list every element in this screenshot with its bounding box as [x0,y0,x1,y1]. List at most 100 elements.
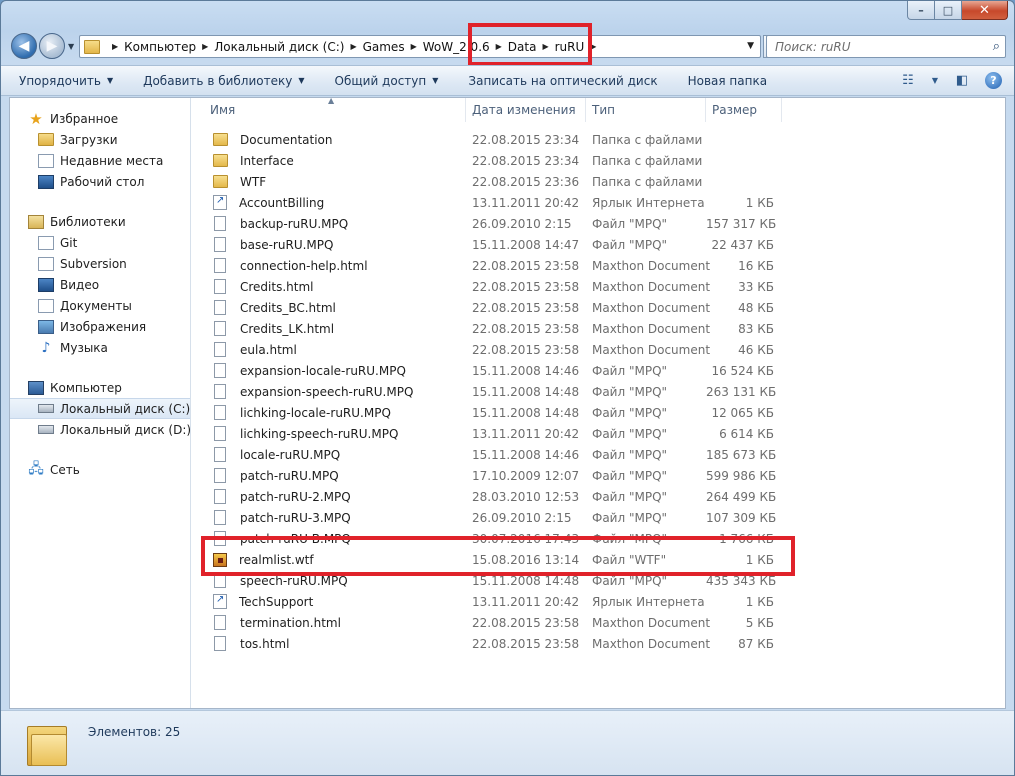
file-name-cell[interactable]: lichking-speech-ruRU.MPQ [204,426,466,441]
file-name-cell[interactable]: tos.html [204,636,466,651]
new-folder-button[interactable]: Новая папка [688,74,767,88]
column-header-name[interactable]: ▲ Имя [204,96,466,122]
back-button[interactable]: ◀ [11,33,37,59]
maximize-button[interactable]: □ [935,1,962,20]
file-row[interactable]: WTF 22.08.2015 23:36 Папка с файлами [204,171,1005,192]
add-to-library-menu[interactable]: Добавить в библиотеку ▼ [143,74,304,88]
chevron-right-icon[interactable]: ▶ [202,42,208,51]
nav-item-music[interactable]: ♪ Музыка [10,337,190,358]
file-row[interactable]: lichking-speech-ruRU.MPQ 13.11.2011 20:42… [204,423,1005,444]
search-icon[interactable]: ⌕ [993,39,1000,54]
search-box[interactable]: ⌕ [766,35,1006,58]
file-name-cell[interactable]: lichking-locale-ruRU.MPQ [204,405,466,420]
file-name-cell[interactable]: expansion-speech-ruRU.MPQ [204,384,466,399]
file-row[interactable]: tos.html 22.08.2015 23:58 Maxthon Document… [204,633,1005,654]
file-row[interactable]: connection-help.html 22.08.2015 23:58 Maxt… [204,255,1005,276]
nav-item-subversion[interactable]: Subversion [10,253,190,274]
view-options-icon[interactable]: ☷ [899,71,917,89]
file-name-cell[interactable]: TechSupport [204,594,466,609]
file-name-cell[interactable]: Documentation [204,133,466,147]
file-name-cell[interactable]: patch-ruRU-2.MPQ [204,489,466,504]
search-input[interactable] [775,39,975,54]
file-row[interactable]: speech-ruRU.MPQ 15.11.2008 14:48 Файл "MPQ… [204,570,1005,591]
nav-item-video[interactable]: Видео [10,274,190,295]
nav-network[interactable]: 🖧 Сеть [10,459,190,480]
file-name-cell[interactable]: termination.html [204,615,466,630]
file-name-cell[interactable]: Credits_BC.html [204,300,466,315]
chevron-right-icon[interactable]: ▶ [496,42,502,51]
preview-pane-icon[interactable]: ◧ [953,71,971,89]
nav-item-pictures[interactable]: Изображения [10,316,190,337]
file-list[interactable]: ▲ Имя Дата изменения Тип Размер Documenta… [204,96,1005,708]
column-header-size[interactable]: Размер [706,98,782,122]
file-row[interactable]: lichking-locale-ruRU.MPQ 15.11.2008 14:48… [204,402,1005,423]
file-name-cell[interactable]: connection-help.html [204,258,466,273]
file-row[interactable]: Documentation 22.08.2015 23:34 Папка с фай… [204,129,1005,150]
nav-libraries[interactable]: Библиотеки [10,211,190,232]
file-name-cell[interactable]: Interface [204,154,466,168]
file-name-cell[interactable]: WTF [204,175,466,189]
file-name-cell[interactable]: AccountBilling [204,195,466,210]
nav-item-local-disk-c[interactable]: Локальный диск (C:) [10,398,190,419]
nav-item-recent-places[interactable]: Недавние места [10,150,190,171]
nav-computer[interactable]: Компьютер [10,377,190,398]
breadcrumb-wow[interactable]: WoW_2.0.6 [423,40,490,54]
nav-item-desktop[interactable]: Рабочий стол [10,171,190,192]
file-name-cell[interactable]: Credits.html [204,279,466,294]
nav-favorites[interactable]: ★ Избранное [10,108,190,129]
burn-button[interactable]: Записать на оптический диск [468,74,657,88]
file-row[interactable]: patch-ruRU-B.MPQ 30.07.2016 17:43 Файл "MP… [204,528,1005,549]
chevron-down-icon[interactable]: ▼ [931,71,939,89]
file-name-cell[interactable]: patch-ruRU-3.MPQ [204,510,466,525]
file-row[interactable]: locale-ruRU.MPQ 15.11.2008 14:46 Файл "MPQ… [204,444,1005,465]
file-row[interactable]: Credits_LK.html 22.08.2015 23:58 Maxthon D… [204,318,1005,339]
file-row[interactable]: eula.html 22.08.2015 23:58 Maxthon Documen… [204,339,1005,360]
breadcrumb-games[interactable]: Games [363,40,405,54]
nav-item-git[interactable]: Git [10,232,190,253]
chevron-right-icon[interactable]: ▶ [411,42,417,51]
column-header-date[interactable]: Дата изменения [466,98,586,122]
file-row[interactable]: patch-ruRU.MPQ 17.10.2009 12:07 Файл "MPQ"… [204,465,1005,486]
close-button[interactable]: ✕ [962,1,1008,20]
file-name-cell[interactable]: speech-ruRU.MPQ [204,573,466,588]
forward-button[interactable]: ▶ [39,33,65,59]
column-header-type[interactable]: Тип [586,98,706,122]
nav-item-local-disk-d[interactable]: Локальный диск (D:) [10,419,191,440]
recent-pages-dropdown[interactable]: ▼ [68,42,74,51]
file-name-cell[interactable]: eula.html [204,342,466,357]
file-row[interactable]: AccountBilling 13.11.2011 20:42 Ярлык Инте… [204,192,1005,213]
file-name-cell[interactable]: expansion-locale-ruRU.MPQ [204,363,466,378]
file-row[interactable]: Interface 22.08.2015 23:34 Папка с файлами [204,150,1005,171]
file-name-cell[interactable]: Credits_LK.html [204,321,466,336]
address-bar[interactable]: ▶ Компьютер ▶ Локальный диск (C:) ▶ Game… [79,35,761,58]
chevron-right-icon[interactable]: ▶ [350,42,356,51]
file-row[interactable]: Credits_BC.html 22.08.2015 23:58 Maxthon D… [204,297,1005,318]
breadcrumb-local-disk-c[interactable]: Локальный диск (C:) [214,40,344,54]
file-row[interactable]: base-ruRU.MPQ 15.11.2008 14:47 Файл "MPQ" 2… [204,234,1005,255]
file-row[interactable]: patch-ruRU-3.MPQ 26.09.2010 2:15 Файл "MPQ… [204,507,1005,528]
file-name-cell[interactable]: backup-ruRU.MPQ [204,216,466,231]
nav-item-downloads[interactable]: Загрузки [10,129,190,150]
organize-menu[interactable]: Упорядочить ▼ [19,74,113,88]
share-menu[interactable]: Общий доступ ▼ [335,74,439,88]
minimize-button[interactable]: – [907,1,935,20]
file-name-cell[interactable]: base-ruRU.MPQ [204,237,466,252]
file-row[interactable]: TechSupport 13.11.2011 20:42 Ярлык Интерне… [204,591,1005,612]
file-row[interactable]: backup-ruRU.MPQ 26.09.2010 2:15 Файл "MPQ"… [204,213,1005,234]
nav-item-documents[interactable]: Документы [10,295,190,316]
navigation-pane[interactable]: ★ Избранное Загрузки Недавние места Рабоч… [10,98,191,708]
file-row[interactable]: Credits.html 22.08.2015 23:58 Maxthon Docu… [204,276,1005,297]
breadcrumb-data[interactable]: Data [508,40,537,54]
breadcrumb-ruru[interactable]: ruRU [555,40,585,54]
chevron-down-icon[interactable]: ▼ [747,41,754,51]
file-row[interactable]: expansion-speech-ruRU.MPQ 15.11.2008 14:4… [204,381,1005,402]
file-name-cell[interactable]: locale-ruRU.MPQ [204,447,466,462]
help-icon[interactable]: ? [985,71,1002,89]
file-row[interactable]: expansion-locale-ruRU.MPQ 15.11.2008 14:4… [204,360,1005,381]
file-name-cell[interactable]: patch-ruRU-B.MPQ [204,531,466,546]
file-name-cell[interactable]: realmlist.wtf [204,552,466,567]
chevron-right-icon[interactable]: ▶ [112,42,118,51]
file-row[interactable]: patch-ruRU-2.MPQ 28.03.2010 12:53 Файл "MP… [204,486,1005,507]
chevron-right-icon[interactable]: ▶ [542,42,548,51]
file-name-cell[interactable]: patch-ruRU.MPQ [204,468,466,483]
